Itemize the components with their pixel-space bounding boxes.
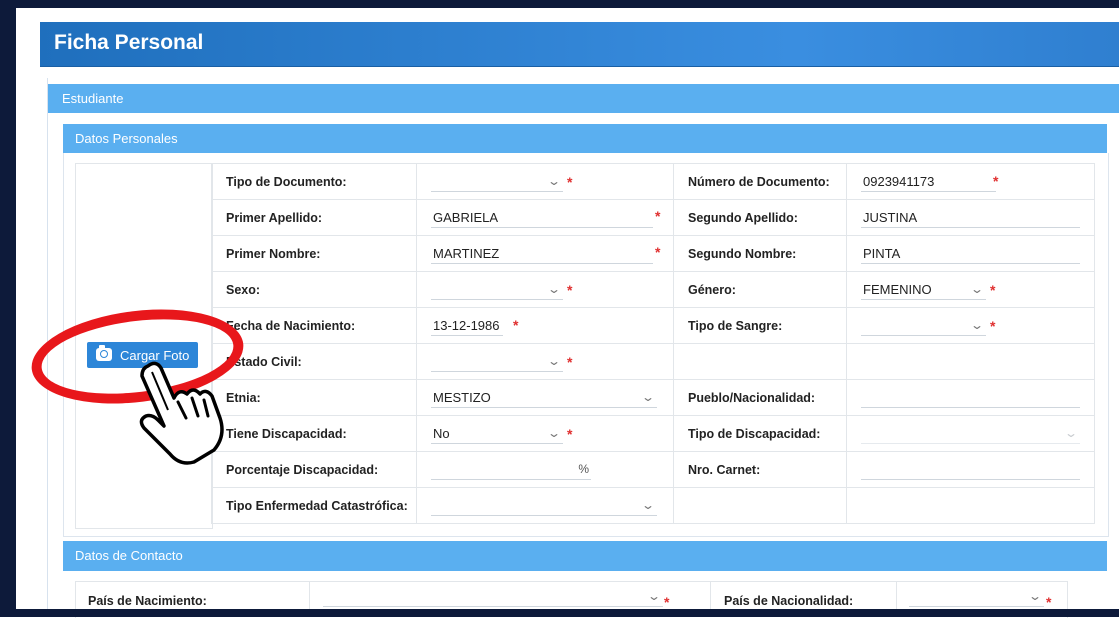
label-porcentaje-discapacidad: Porcentaje Discapacidad: (211, 451, 417, 488)
label-sexo: Sexo: (211, 271, 417, 308)
section-bar-datos-personales[interactable]: Datos Personales (63, 124, 1107, 153)
required-marker: * (993, 173, 999, 189)
estado-civil-select[interactable]: ⌄ (431, 353, 563, 372)
chevron-down-icon: ⌄ (640, 390, 656, 404)
label-pueblo-nacionalidad: Pueblo/Nacionalidad: (673, 379, 847, 416)
chevron-down-icon: ⌄ (969, 318, 985, 332)
label-segundo-nombre: Segundo Nombre: (673, 235, 847, 272)
label-tipo-enfermedad: Tipo Enfermedad Catastrófica: (211, 487, 417, 524)
chevron-down-icon: ⌄ (546, 426, 562, 440)
required-marker: * (567, 282, 573, 298)
required-marker: * (655, 244, 661, 260)
tiene-discapacidad-select[interactable]: No ⌄ (431, 425, 563, 444)
hand-pointer-icon (139, 361, 224, 465)
section-bar-datos-contacto[interactable]: Datos de Contacto (63, 541, 1107, 571)
section-title-estudiante: Estudiante (62, 91, 124, 106)
required-marker: * (990, 318, 996, 334)
chevron-down-icon: ⌄ (1063, 426, 1079, 440)
required-marker: * (664, 594, 670, 610)
datos-personales-form: Tipo de Documento: ⌄ * Número de Documen… (211, 163, 1095, 524)
label-tipo-documento: Tipo de Documento: (211, 163, 417, 200)
required-marker: * (1046, 594, 1052, 610)
primer-nombre-input[interactable]: MARTINEZ (431, 245, 653, 264)
screen-frame-top (0, 0, 1119, 8)
empty-cell (673, 343, 847, 380)
label-numero-documento: Número de Documento: (673, 163, 847, 200)
required-marker: * (567, 354, 573, 370)
etnia-select[interactable]: MESTIZO ⌄ (431, 389, 657, 408)
screen-frame-bottom (0, 609, 1119, 617)
chevron-down-icon: ⌄ (546, 282, 562, 296)
required-marker: * (513, 317, 519, 333)
pais-nacionalidad-select[interactable]: ⌄ (909, 588, 1044, 607)
chevron-down-icon: ⌄ (640, 498, 656, 512)
label-primer-nombre: Primer Nombre: (211, 235, 417, 272)
sexo-select[interactable]: ⌄ (431, 281, 563, 300)
empty-cell (673, 487, 847, 524)
label-pais-nacionalidad: País de Nacionalidad: (724, 594, 854, 608)
screen-frame-left (0, 0, 16, 617)
chevron-down-icon: ⌄ (1027, 589, 1043, 603)
page-title: Ficha Personal (54, 31, 204, 54)
section-title-datos-personales: Datos Personales (75, 131, 178, 146)
label-tiene-discapacidad: Tiene Discapacidad: (211, 415, 417, 452)
required-marker: * (655, 208, 661, 224)
fecha-nacimiento-input[interactable]: 13-12-1986 (431, 317, 503, 336)
segundo-apellido-input[interactable]: JUSTINA (861, 209, 1080, 228)
label-etnia: Etnia: (211, 379, 417, 416)
primer-apellido-input[interactable]: GABRIELA (431, 209, 653, 228)
pueblo-nacionalidad-input[interactable] (861, 389, 1080, 408)
tipo-enfermedad-select[interactable]: ⌄ (431, 497, 657, 516)
percent-suffix: % (578, 462, 589, 476)
label-segundo-apellido: Segundo Apellido: (673, 199, 847, 236)
nro-carnet-input[interactable] (861, 461, 1080, 480)
required-marker: * (990, 282, 996, 298)
required-marker: * (567, 174, 573, 190)
label-tipo-sangre: Tipo de Sangre: (673, 307, 847, 344)
porcentaje-discapacidad-input[interactable]: % (431, 461, 591, 480)
chevron-down-icon: ⌄ (969, 282, 985, 296)
label-fecha-nacimiento: Fecha de Nacimiento: (211, 307, 417, 344)
numero-documento-input[interactable]: 0923941173 (861, 173, 996, 192)
chevron-down-icon: ⌄ (646, 589, 662, 603)
chevron-down-icon: ⌄ (546, 354, 562, 368)
chevron-down-icon: ⌄ (546, 174, 562, 188)
label-pais-nacimiento: País de Nacimiento: (88, 594, 207, 608)
required-marker: * (567, 426, 573, 442)
genero-select[interactable]: FEMENINO ⌄ (861, 281, 986, 300)
empty-cell (846, 487, 1095, 524)
segundo-nombre-input[interactable]: PINTA (861, 245, 1080, 264)
label-primer-apellido: Primer Apellido: (211, 199, 417, 236)
section-bar-estudiante[interactable]: Estudiante (48, 84, 1119, 113)
tipo-documento-select[interactable]: ⌄ (431, 173, 563, 192)
empty-cell (846, 343, 1095, 380)
label-nro-carnet: Nro. Carnet: (673, 451, 847, 488)
pais-nacimiento-select[interactable]: ⌄ (323, 588, 663, 607)
label-genero: Género: (673, 271, 847, 308)
tipo-sangre-select[interactable]: ⌄ (861, 317, 986, 336)
label-tipo-discapacidad: Tipo de Discapacidad: (673, 415, 847, 452)
page-header: Ficha Personal (40, 22, 1119, 67)
section-title-datos-contacto: Datos de Contacto (75, 548, 183, 563)
tipo-discapacidad-select[interactable]: ⌄ (861, 425, 1080, 444)
